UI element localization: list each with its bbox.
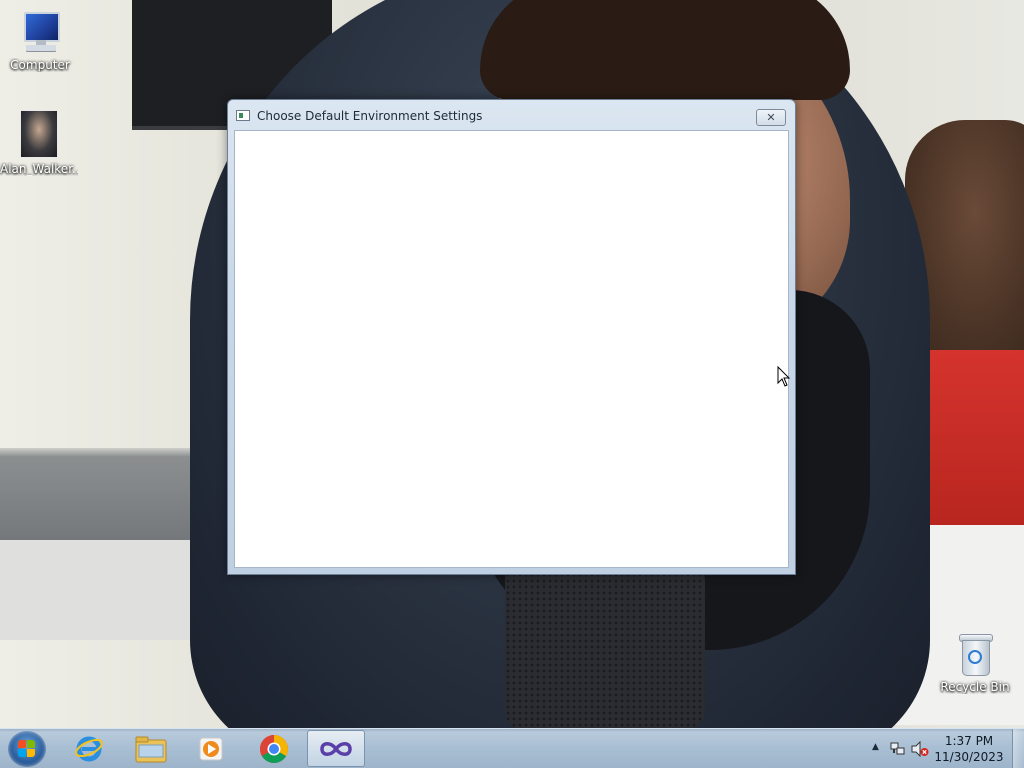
taskbar-chrome[interactable] xyxy=(245,730,303,767)
desktop-icon-computer[interactable]: Computer xyxy=(1,10,79,72)
desktop-icon-label: Recycle Bin xyxy=(940,680,1010,694)
mouse-cursor-icon xyxy=(777,366,791,387)
recycle-bin-icon xyxy=(957,632,993,676)
clock-date[interactable]: 11/30/2023 xyxy=(934,750,1004,764)
file-explorer-icon xyxy=(135,736,167,762)
taskbar: ▲ 1:37 PM 11/30/2023 xyxy=(0,728,1024,768)
taskbar-internet-explorer[interactable] xyxy=(60,730,118,767)
clock-time[interactable]: 1:37 PM xyxy=(934,734,1004,748)
network-icon[interactable] xyxy=(890,742,906,757)
computer-icon xyxy=(18,10,62,54)
system-tray: ▲ 1:37 PM 11/30/2023 xyxy=(864,729,1024,768)
taskbar-file-explorer[interactable] xyxy=(122,730,180,767)
desktop: Computer Alan_Walker... Recycle Bin Choo… xyxy=(0,0,1024,768)
windows-logo-icon xyxy=(18,740,36,758)
image-file-icon xyxy=(20,110,58,158)
taskbar-visual-studio[interactable] xyxy=(307,730,365,767)
close-icon: ✕ xyxy=(766,111,776,124)
wallpaper-hair xyxy=(480,0,850,100)
window-title: Choose Default Environment Settings xyxy=(257,109,483,123)
taskbar-media-player[interactable] xyxy=(182,730,240,767)
wallpaper-mask-mesh xyxy=(505,560,705,730)
show-hidden-icons-button[interactable]: ▲ xyxy=(872,742,879,752)
window-titlebar[interactable]: Choose Default Environment Settings ✕ xyxy=(228,100,795,130)
start-button[interactable] xyxy=(8,731,46,767)
media-player-icon xyxy=(199,737,223,760)
window-app-icon xyxy=(236,110,250,121)
window-content-area xyxy=(234,130,789,568)
desktop-icon-label: Alan_Walker... xyxy=(0,162,78,176)
chrome-icon xyxy=(260,734,288,763)
close-button[interactable]: ✕ xyxy=(756,109,786,126)
desktop-icon-label: Computer xyxy=(10,58,70,72)
environment-settings-window: Choose Default Environment Settings ✕ xyxy=(227,99,796,575)
show-desktop-button[interactable] xyxy=(1012,729,1024,768)
visual-studio-icon xyxy=(320,741,352,756)
internet-explorer-icon xyxy=(75,736,103,761)
volume-muted-icon[interactable] xyxy=(911,741,929,757)
desktop-icon-recycle-bin[interactable]: Recycle Bin xyxy=(936,632,1014,694)
desktop-icon-alan-walker[interactable]: Alan_Walker... xyxy=(0,110,78,176)
